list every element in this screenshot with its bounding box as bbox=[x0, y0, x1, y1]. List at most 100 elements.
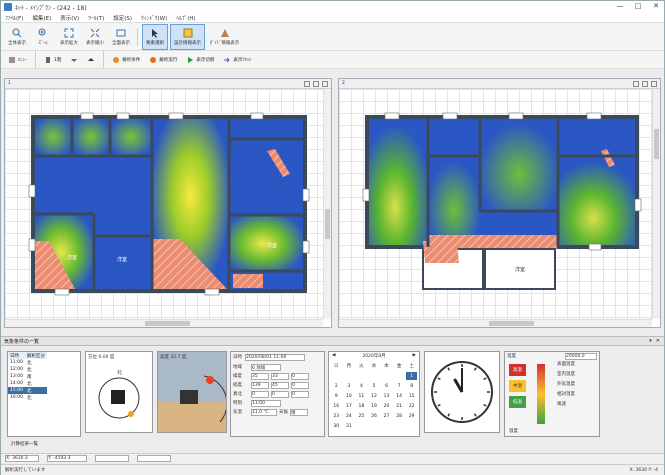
design-info-button[interactable]: 設計情報表示 bbox=[170, 23, 205, 50]
scroll-thumb[interactable] bbox=[654, 129, 659, 159]
calendar-day[interactable]: 15 bbox=[406, 392, 417, 400]
menu-button[interactable]: ﾒﾆｭｰ bbox=[5, 53, 30, 67]
view-maximize-icon[interactable] bbox=[313, 80, 319, 87]
legend-item[interactable]: 外気温度 bbox=[557, 381, 601, 387]
calendar-day[interactable]: 20 bbox=[381, 402, 392, 410]
view-minimize-icon[interactable] bbox=[304, 80, 310, 87]
calendar-day[interactable]: 12 bbox=[369, 392, 380, 400]
calendar-day[interactable]: 7 bbox=[394, 382, 405, 390]
guide-info-button[interactable]: ｶﾞｲﾄﾞ情報表示 bbox=[207, 24, 242, 50]
table-row[interactable]: 14:00 北 bbox=[8, 380, 47, 387]
floor-plan-canvas-1[interactable]: 洋室 洋室 洋室 bbox=[5, 89, 323, 319]
latitude-deg-field[interactable]: 35 bbox=[251, 373, 269, 380]
scroll-thumb[interactable] bbox=[325, 209, 330, 239]
table-row[interactable]: 15:00 北 bbox=[8, 387, 47, 394]
calendar-day[interactable]: 26 bbox=[369, 412, 380, 420]
legend-item[interactable]: 相対湿度 bbox=[557, 391, 601, 397]
menu-window[interactable]: ｳｨﾝﾄﾞｳ(W) bbox=[141, 14, 167, 22]
menu-help[interactable]: ﾍﾙﾌﾟ(H) bbox=[176, 14, 195, 22]
shrink-button[interactable]: 表示縮小 bbox=[83, 24, 107, 50]
calendar-day[interactable]: 18 bbox=[356, 402, 367, 410]
floor-view-1-hscroll[interactable] bbox=[5, 319, 323, 327]
view-close-icon[interactable] bbox=[651, 80, 657, 87]
datetime-field[interactable]: 2020/08/01 11:00 bbox=[245, 354, 305, 361]
floor-plan-canvas-2[interactable]: 洋室 bbox=[339, 89, 652, 319]
temperature-field[interactable]: 11.0 ℃ bbox=[251, 409, 277, 416]
calendar-day[interactable]: 23 bbox=[331, 412, 342, 420]
floor-view-2-hscroll[interactable] bbox=[339, 319, 652, 327]
calendar-day[interactable]: 19 bbox=[369, 402, 380, 410]
calendar-day[interactable]: 25 bbox=[356, 412, 367, 420]
minimize-button[interactable]: — bbox=[614, 2, 626, 11]
floor-view-2-vscroll[interactable] bbox=[652, 89, 660, 319]
legend-value-field[interactable]: 20000.0 bbox=[565, 353, 597, 360]
calendar-day[interactable]: 8 bbox=[406, 382, 417, 390]
calendar-next-button[interactable]: ▶ bbox=[413, 353, 416, 359]
calendar-day[interactable]: 13 bbox=[381, 392, 392, 400]
calendar-day[interactable]: 31 bbox=[344, 422, 355, 430]
panel-close-icon[interactable]: ✕ bbox=[656, 338, 660, 344]
panel-pin-icon[interactable]: ▾ bbox=[649, 338, 652, 344]
calendar-day[interactable]: 16 bbox=[331, 402, 342, 410]
region-field[interactable]: 6 地域 bbox=[251, 364, 281, 371]
floor-up-button[interactable] bbox=[84, 53, 98, 67]
view-maximize-icon[interactable] bbox=[642, 80, 648, 87]
floor-select[interactable]: 1階 bbox=[41, 53, 64, 67]
scroll-thumb[interactable] bbox=[145, 321, 190, 326]
calendar-day[interactable]: 27 bbox=[381, 412, 392, 420]
legend-item[interactable]: 表面温度 bbox=[557, 361, 601, 367]
floor-dropdown[interactable] bbox=[67, 53, 81, 67]
table-row[interactable]: 16:00 北 bbox=[8, 394, 47, 401]
time-field[interactable]: 11:00 bbox=[251, 400, 281, 407]
list-header-time[interactable]: 日時 bbox=[8, 352, 25, 359]
latitude-min-field[interactable]: 33 bbox=[271, 373, 289, 380]
expand-button[interactable]: 表示拡大 bbox=[57, 24, 81, 50]
calendar-day[interactable]: 1 bbox=[406, 372, 417, 380]
north-min-field[interactable]: 0 bbox=[271, 391, 289, 398]
close-button[interactable]: ✕ bbox=[650, 2, 662, 11]
calendar-day[interactable]: 5 bbox=[369, 382, 380, 390]
calendar-day[interactable]: 21 bbox=[394, 402, 405, 410]
calendar-day[interactable]: 2 bbox=[331, 382, 342, 390]
longitude-sec-field[interactable]: 0 bbox=[291, 382, 309, 389]
calendar-day[interactable]: 28 bbox=[394, 412, 405, 420]
calendar-prev-button[interactable]: ◀ bbox=[332, 353, 335, 359]
list-header-type[interactable]: 解析区分 bbox=[25, 352, 47, 359]
calendar-day[interactable]: 9 bbox=[331, 392, 342, 400]
scroll-thumb[interactable] bbox=[489, 321, 534, 326]
calendar-day[interactable]: 4 bbox=[356, 382, 367, 390]
floor-view-1-vscroll[interactable] bbox=[323, 89, 331, 319]
calendar-day[interactable]: 14 bbox=[394, 392, 405, 400]
weather-select[interactable]: 晴 bbox=[290, 409, 308, 416]
table-row[interactable]: 13:00 南 bbox=[8, 373, 47, 380]
calendar-day[interactable]: 10 bbox=[344, 392, 355, 400]
legend-item[interactable]: 室内温度 bbox=[557, 371, 601, 377]
calendar-day[interactable]: 11 bbox=[356, 392, 367, 400]
menu-view[interactable]: 表示(V) bbox=[60, 14, 79, 22]
menu-settings[interactable]: 設定(S) bbox=[113, 14, 132, 22]
table-row[interactable]: 11:00 北 bbox=[8, 359, 47, 366]
legend-item[interactable]: 風速 bbox=[557, 401, 601, 407]
calendar-day[interactable]: 29 bbox=[406, 412, 417, 420]
table-row[interactable]: 12:00 北 bbox=[8, 366, 47, 373]
calendar-day[interactable]: 22 bbox=[406, 402, 417, 410]
calendar-day[interactable]: 17 bbox=[344, 402, 355, 410]
run-analysis-button[interactable]: 解析実行 bbox=[146, 53, 180, 67]
calendar-day[interactable]: 6 bbox=[381, 382, 392, 390]
zoom-button[interactable]: ｽﾞｰﾑ bbox=[31, 24, 55, 50]
maximize-button[interactable]: □ bbox=[632, 2, 644, 11]
longitude-min-field[interactable]: 45 bbox=[271, 382, 289, 389]
north-sec-field[interactable]: 0 bbox=[291, 391, 309, 398]
view-close-icon[interactable] bbox=[322, 80, 328, 87]
north-deg-field[interactable]: 0 bbox=[251, 391, 269, 398]
toggle-display-button[interactable]: 表示切替 bbox=[183, 53, 217, 67]
latitude-sec-field[interactable]: 0 bbox=[291, 373, 309, 380]
menu-tools[interactable]: ﾂｰﾙ(T) bbox=[88, 14, 104, 22]
menu-file[interactable]: ﾌｧｲﾙ(F) bbox=[5, 14, 23, 22]
fullscreen-button[interactable]: 全面表示 bbox=[109, 24, 133, 50]
calendar-day[interactable]: 30 bbox=[331, 422, 342, 430]
analysis-conditions-button[interactable]: 解析条件 bbox=[109, 53, 143, 67]
longitude-deg-field[interactable]: 139 bbox=[251, 382, 269, 389]
calendar-day[interactable]: 24 bbox=[344, 412, 355, 420]
menu-edit[interactable]: 編集(E) bbox=[32, 14, 51, 22]
